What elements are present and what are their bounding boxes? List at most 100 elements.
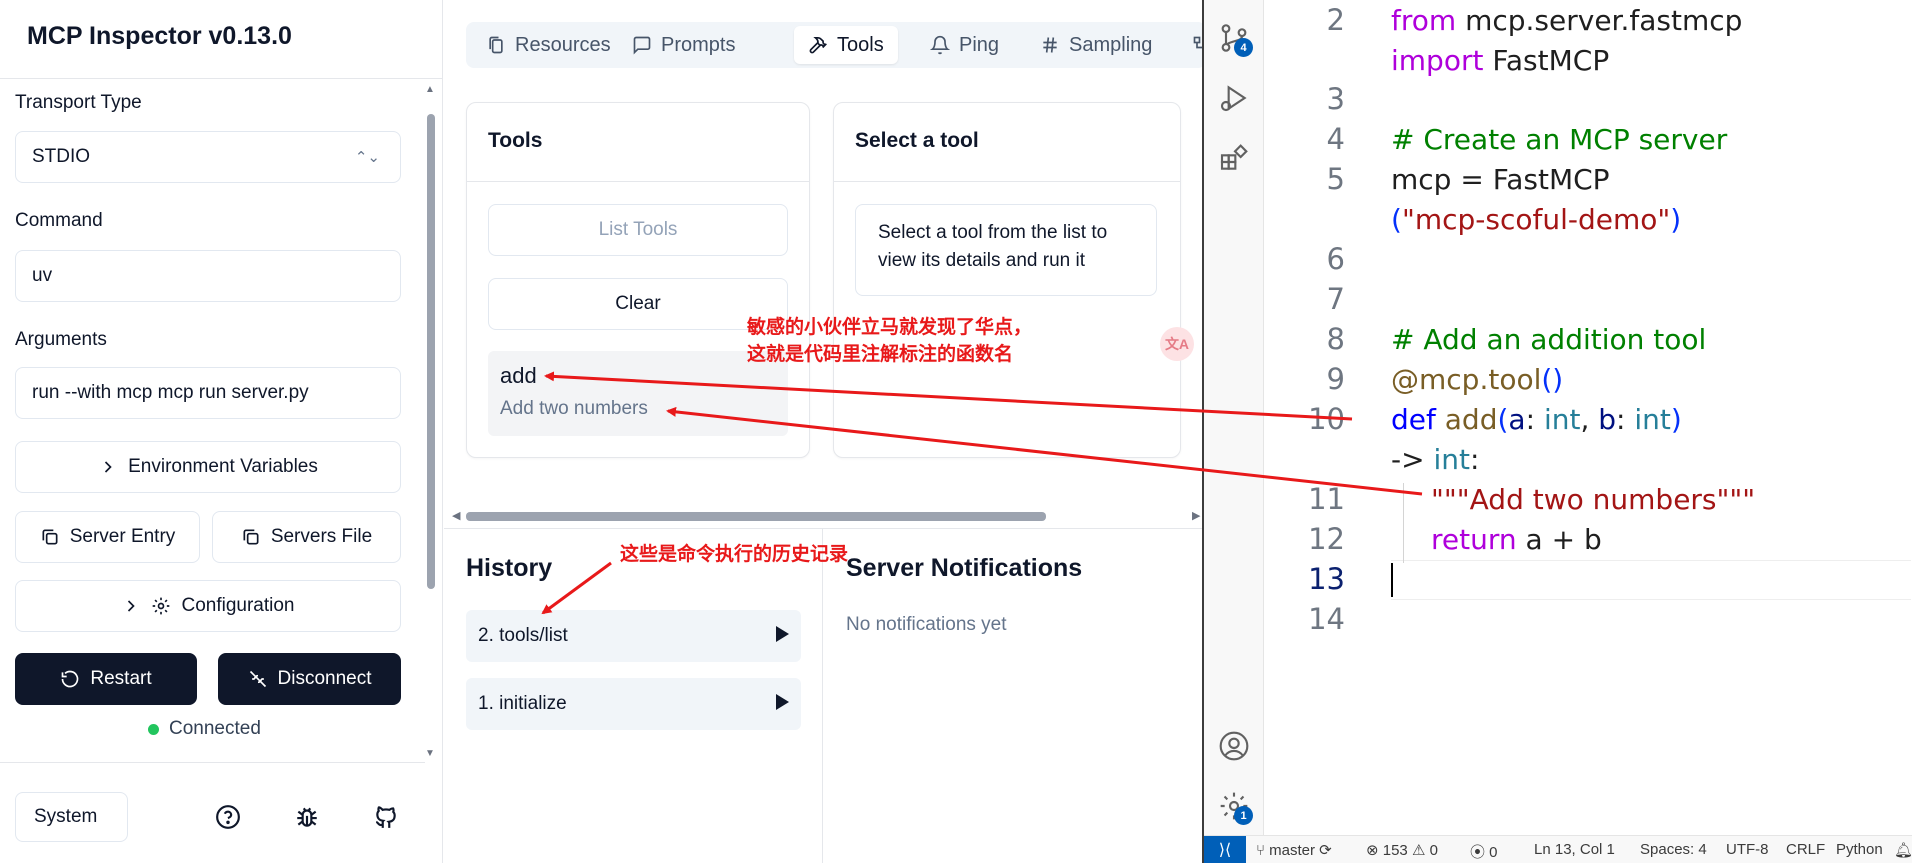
tools-card: Tools List Tools Clear add Add two numbe…	[466, 102, 810, 458]
theme-select[interactable]: System	[15, 792, 128, 842]
server-entry-button[interactable]: Server Entry	[15, 511, 200, 563]
bug-icon[interactable]	[294, 804, 320, 830]
hammer-icon	[809, 37, 827, 54]
line-number: 3	[1326, 82, 1345, 116]
scroll-down-arrow-icon[interactable]: ▼	[425, 748, 435, 759]
warning-count: 0	[1429, 842, 1438, 859]
restart-label: Restart	[90, 668, 152, 689]
code-token: a	[1508, 403, 1526, 436]
rotate-ccw-icon	[62, 670, 79, 688]
card-divider	[834, 181, 1180, 182]
restart-button[interactable]: Restart	[15, 653, 197, 705]
annotation-line: 敏感的小伙伴立马就发现了华点，	[747, 316, 1033, 338]
tab-prompts-label: Prompts	[661, 33, 736, 56]
sidebar-scrollbar[interactable]: ▲ ▼	[425, 84, 435, 764]
theme-select-value: System	[34, 806, 98, 827]
translate-icon[interactable]: 文A	[1160, 327, 1194, 361]
vscode-window: 4 1 2 3 4 5 6 7 8 9 10 11 12 13 14 from …	[1202, 0, 1912, 863]
command-input[interactable]: uv	[15, 250, 401, 302]
language-mode[interactable]: Python	[1836, 841, 1883, 858]
configuration-toggle[interactable]: Configuration	[15, 580, 401, 632]
history-item[interactable]: 1. initialize	[466, 678, 801, 730]
scroll-up-arrow-icon[interactable]: ▲	[425, 84, 435, 95]
history-item-label: 1. initialize	[478, 693, 567, 714]
command-label: Command	[15, 210, 103, 231]
help-circle-icon[interactable]	[215, 804, 241, 830]
tool-list-item[interactable]: add Add two numbers	[488, 351, 788, 436]
tab-tools-label: Tools	[837, 33, 884, 56]
code-token: FastMCP	[1483, 44, 1610, 77]
code-token: ,	[1580, 403, 1599, 436]
line-number: 4	[1326, 122, 1345, 156]
environment-variables-label: Environment Variables	[128, 456, 318, 477]
connection-status: Connected	[148, 718, 261, 740]
scroll-right-arrow-icon[interactable]: ▶	[1192, 509, 1200, 522]
ports-indicator[interactable]: ⦿ 0	[1470, 841, 1498, 862]
indentation-setting[interactable]: Spaces: 4	[1640, 841, 1707, 858]
history-divider	[822, 529, 823, 863]
tab-tools[interactable]: Tools	[794, 26, 898, 64]
list-tools-button[interactable]: List Tools	[488, 204, 788, 256]
tab-prompts[interactable]: Prompts	[618, 26, 749, 64]
sidebar-divider	[0, 78, 443, 79]
tool-name: add	[500, 363, 537, 388]
scroll-left-arrow-icon[interactable]: ◀	[452, 509, 460, 522]
settings-badge: 1	[1234, 806, 1253, 825]
configuration-label: Configuration	[181, 595, 295, 616]
github-icon[interactable]	[373, 804, 399, 830]
vscode-status-bar: ⟩⟨ ⑂ master ⟳ ⊗ 153 ⚠ 0 ⦿ 0 Ln 13, Col 1…	[1204, 835, 1912, 863]
account-icon[interactable]	[1218, 730, 1250, 762]
line-number: 11	[1308, 482, 1345, 516]
panel-divider	[444, 528, 1204, 529]
tab-resources[interactable]: Resources	[472, 26, 625, 64]
transport-type-select[interactable]: STDIO ⌃⌄	[15, 131, 401, 183]
line-number: 8	[1326, 322, 1345, 356]
disconnect-button[interactable]: Disconnect	[218, 653, 401, 705]
encoding-setting[interactable]: UTF-8	[1726, 841, 1769, 858]
scrollbar-thumb[interactable]	[427, 114, 435, 589]
hash-icon	[1043, 37, 1057, 53]
code-token: def	[1391, 403, 1436, 436]
annotation-history-note: 这些是命令执行的历史记录	[620, 543, 849, 565]
extensions-icon[interactable]	[1218, 142, 1250, 174]
code-editor[interactable]: 2 3 4 5 6 7 8 9 10 11 12 13 14 from mcp.…	[1265, 0, 1912, 835]
tab-sampling[interactable]: Sampling	[1026, 26, 1166, 64]
code-token: int	[1634, 403, 1671, 436]
code-token: :	[1469, 443, 1480, 476]
expand-triangle-icon[interactable]	[776, 694, 789, 710]
tab-ping[interactable]: Ping	[916, 26, 1013, 64]
branch-indicator[interactable]: ⑂ master ⟳	[1256, 841, 1332, 859]
arguments-input[interactable]: run --with mcp mcp run server.py	[15, 367, 401, 419]
notifications-bell-icon[interactable]: 🔔︎	[1894, 841, 1912, 859]
code-token: @mcp.tool	[1391, 363, 1542, 396]
inspector-sidebar: MCP Inspector v0.13.0 Transport Type STD…	[0, 0, 443, 863]
environment-variables-toggle[interactable]: Environment Variables	[15, 441, 401, 493]
annotation-line: 这就是代码里注解标注的函数名	[747, 343, 1014, 365]
card-divider	[467, 181, 809, 182]
ports-count: 0	[1489, 844, 1498, 861]
eol-setting[interactable]: CRLF	[1786, 841, 1825, 858]
problems-indicator[interactable]: ⊗ 153 ⚠ 0	[1366, 841, 1438, 859]
screen: MCP Inspector v0.13.0 Transport Type STD…	[0, 0, 1912, 863]
panel-horizontal-scrollbar[interactable]: ◀ ▶	[452, 508, 1204, 522]
line-number: 5	[1326, 162, 1345, 196]
unplug-icon	[249, 670, 266, 688]
code-token: mcp = FastMCP	[1391, 163, 1610, 196]
tab-bar: Resources Prompts Tools Ping Sampling R	[466, 22, 1206, 68]
servers-file-button[interactable]: Servers File	[212, 511, 401, 563]
expand-triangle-icon[interactable]	[776, 626, 789, 642]
disconnect-label: Disconnect	[277, 668, 372, 689]
server-entry-label: Server Entry	[69, 526, 176, 547]
run-debug-icon[interactable]	[1218, 82, 1250, 114]
code-line: mcp = FastMCP	[1391, 163, 1610, 196]
tab-sampling-label: Sampling	[1069, 33, 1153, 56]
clear-button[interactable]: Clear	[488, 278, 788, 330]
scrollbar-thumb[interactable]	[466, 512, 1046, 521]
cursor-position[interactable]: Ln 13, Col 1	[1534, 841, 1615, 858]
code-token: )	[1670, 403, 1682, 436]
remote-indicator-icon[interactable]: ⟩⟨	[1204, 836, 1246, 863]
history-item[interactable]: 2. tools/list	[466, 610, 801, 662]
line-number: 7	[1326, 282, 1345, 316]
code-token: )	[1670, 203, 1682, 236]
indent-guide	[1403, 483, 1404, 563]
